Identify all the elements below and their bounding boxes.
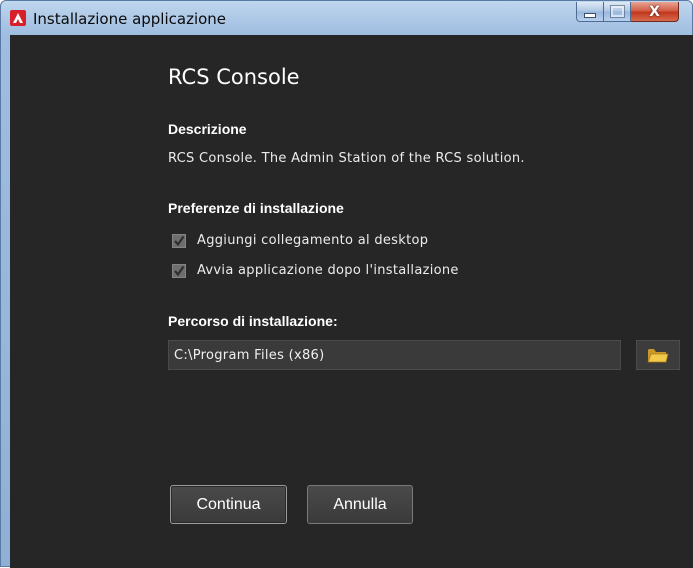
installer-window: Installazione applicazione X RCS Console… [0,0,693,568]
app-name: RCS Console [168,65,300,89]
window-controls: X [576,2,679,24]
close-icon: X [649,3,660,20]
install-path-input[interactable] [168,340,621,370]
install-path-heading: Percorso di installazione: [168,313,338,329]
checkmark-icon [174,265,185,276]
desktop-shortcut-checkbox[interactable] [172,233,186,248]
minimize-button[interactable] [576,2,604,22]
launch-after-install-checkbox[interactable] [172,263,186,278]
launch-after-install-option[interactable]: Avvia applicazione dopo l'installazione [172,263,459,278]
desktop-shortcut-label: Aggiungi collegamento al desktop [197,233,429,248]
adobe-air-icon [10,10,26,26]
maximize-icon [609,5,625,18]
folder-icon [647,349,669,363]
installer-body: RCS Console Descrizione RCS Console. The… [10,35,693,568]
description-text: RCS Console. The Admin Station of the RC… [168,151,525,166]
checkmark-icon [174,235,185,246]
cancel-button[interactable]: Annulla [307,485,413,524]
continue-button[interactable]: Continua [170,485,287,524]
title-bar[interactable]: Installazione applicazione X [1,1,692,35]
browse-folder-button[interactable] [636,340,680,370]
window-title: Installazione applicazione [33,10,227,28]
desktop-shortcut-option[interactable]: Aggiungi collegamento al desktop [172,233,428,248]
installer-content: RCS Console Descrizione RCS Console. The… [168,35,693,568]
maximize-button[interactable] [604,2,631,22]
preferences-heading: Preferenze di installazione [168,200,344,216]
launch-after-install-label: Avvia applicazione dopo l'installazione [197,263,459,278]
close-button[interactable]: X [631,2,679,22]
minimize-icon [584,12,596,18]
description-heading: Descrizione [168,121,247,137]
